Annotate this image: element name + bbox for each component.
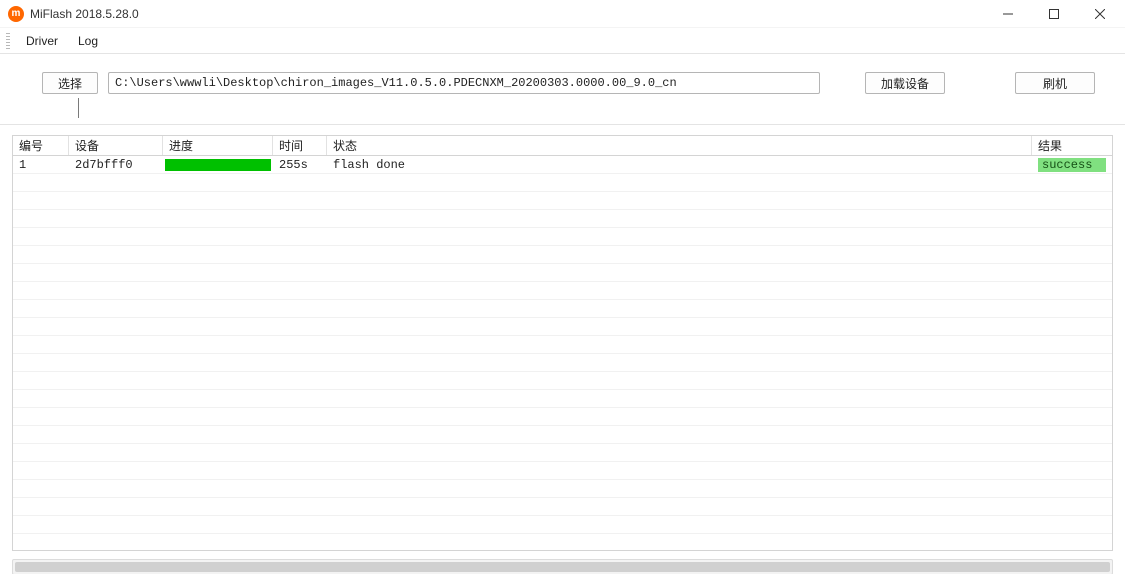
table-body: 1 2d7bfff0 255s flash done success (13, 156, 1112, 550)
progress-bar (165, 159, 271, 171)
cell-progress (163, 156, 273, 174)
menu-driver[interactable]: Driver (16, 31, 68, 51)
close-button[interactable] (1077, 0, 1123, 27)
col-header-time[interactable]: 时间 (273, 136, 327, 155)
cell-result: success (1032, 156, 1112, 174)
menu-log[interactable]: Log (68, 31, 108, 51)
menubar: Driver Log (0, 28, 1125, 54)
col-header-status[interactable]: 状态 (327, 136, 1032, 155)
window-controls (985, 0, 1123, 27)
app-icon: m (8, 6, 24, 22)
select-button[interactable]: 选择 (42, 72, 98, 94)
device-table: 编号 设备 进度 时间 状态 结果 1 2d7bfff0 255s flash … (12, 135, 1113, 551)
col-header-device[interactable]: 设备 (69, 136, 163, 155)
col-header-id[interactable]: 编号 (13, 136, 69, 155)
maximize-button[interactable] (1031, 0, 1077, 27)
cell-status: flash done (327, 156, 1032, 174)
result-pill: success (1038, 158, 1106, 172)
table-row[interactable]: 1 2d7bfff0 255s flash done success (13, 156, 1112, 174)
scrollbar-thumb[interactable] (15, 562, 1110, 572)
table-gridlines (13, 156, 1112, 550)
flash-button[interactable]: 刷机 (1015, 72, 1095, 94)
col-header-result[interactable]: 结果 (1032, 136, 1112, 155)
load-devices-button[interactable]: 加载设备 (865, 72, 945, 94)
toolbar: 选择 加载设备 刷机 (0, 54, 1125, 125)
window-title: MiFlash 2018.5.28.0 (30, 7, 139, 21)
titlebar: m MiFlash 2018.5.28.0 (0, 0, 1125, 28)
col-header-progress[interactable]: 进度 (163, 136, 273, 155)
toolbar-row: 选择 加载设备 刷机 (14, 72, 1111, 94)
minimize-button[interactable] (985, 0, 1031, 27)
horizontal-scrollbar[interactable] (12, 559, 1113, 574)
cell-device: 2d7bfff0 (69, 156, 163, 174)
cell-time: 255s (273, 156, 327, 174)
menubar-grip-icon (6, 33, 10, 49)
table-header: 编号 设备 进度 时间 状态 结果 (13, 136, 1112, 156)
toolbar-status-text (78, 98, 790, 118)
cell-id: 1 (13, 156, 69, 174)
rom-path-input[interactable] (108, 72, 820, 94)
